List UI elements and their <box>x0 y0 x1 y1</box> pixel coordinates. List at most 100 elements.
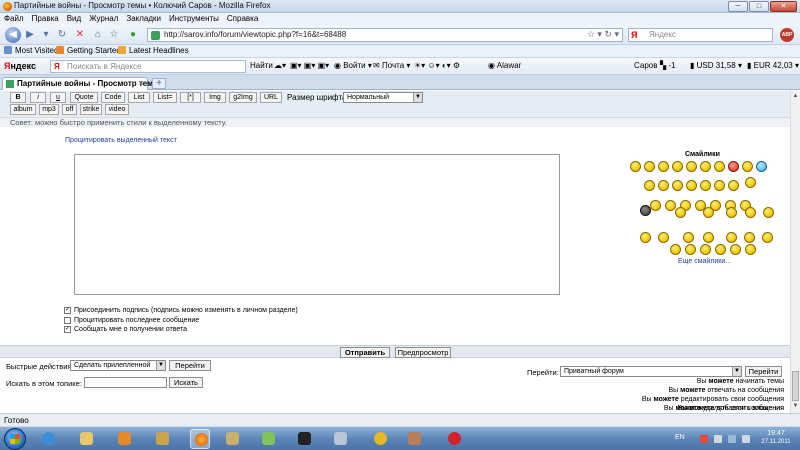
taskbar-app-11[interactable] <box>404 429 424 449</box>
smile-icon[interactable] <box>672 161 683 172</box>
menu-file[interactable]: Файл <box>0 13 28 25</box>
taskbar-opera[interactable] <box>444 429 464 449</box>
tray-flag-icon[interactable] <box>714 435 722 443</box>
tab-current[interactable]: Партийные войны - Просмотр тем... × <box>2 77 160 90</box>
smile-icon[interactable] <box>675 207 686 218</box>
url-text[interactable]: http://sarov.info/forum/viewtopic.php?f=… <box>164 30 346 39</box>
smile-icon[interactable] <box>763 207 774 218</box>
adblock-icon[interactable]: ABP <box>780 28 794 42</box>
bookmark-star-icon[interactable]: ☆ <box>108 29 120 41</box>
taskbar-app-6[interactable] <box>222 429 242 449</box>
g2img-button[interactable]: g2Img <box>229 92 257 103</box>
list-button[interactable]: List <box>128 92 150 103</box>
smile-icon[interactable] <box>742 161 753 172</box>
smile-icon[interactable] <box>744 232 755 243</box>
yandex-tools-icons[interactable]: ▣▾ ▣▾ ▣▾ <box>290 61 329 70</box>
taskbar-explorer[interactable] <box>76 429 96 449</box>
menu-bookmarks[interactable]: Закладки <box>122 13 165 25</box>
strike-button[interactable]: strike <box>80 104 102 115</box>
smile-icon[interactable] <box>640 232 651 243</box>
taskbar-app-8[interactable] <box>294 429 314 449</box>
smile-icon[interactable] <box>650 200 661 211</box>
alawar-link[interactable]: ◉ Alawar <box>488 61 521 70</box>
home-icon[interactable]: ⌂ <box>92 29 104 41</box>
yandex-logo[interactable]: Яндекс <box>4 61 36 71</box>
send-button[interactable]: Отправить <box>340 347 390 358</box>
smile-icon[interactable] <box>715 244 726 255</box>
code-button[interactable]: Code <box>101 92 125 103</box>
taskbar-firefox[interactable] <box>190 429 210 449</box>
weather-icon[interactable]: ☁▾ <box>274 61 286 70</box>
quote-button[interactable]: Quote <box>70 92 98 103</box>
video-button[interactable]: video <box>105 104 129 115</box>
smile-icon[interactable] <box>762 232 773 243</box>
smile-icon[interactable] <box>658 180 669 191</box>
list-item-button[interactable]: [*] <box>180 92 201 103</box>
menu-help[interactable]: Справка <box>223 13 262 25</box>
smile-icon[interactable] <box>703 232 714 243</box>
bookmark-getting-started[interactable]: Getting Started <box>56 46 121 55</box>
smile-icon[interactable] <box>728 180 739 191</box>
clock-time[interactable]: 19:47 <box>754 430 798 437</box>
new-tab-button[interactable]: + <box>152 78 166 89</box>
topic-search-button[interactable]: Искать <box>169 377 203 388</box>
scroll-up-icon[interactable]: ▲ <box>792 93 799 100</box>
yandex-search-input[interactable]: Я Поискать в Яндексе <box>50 60 246 73</box>
quote-selected-link[interactable]: Процитировать выделенный текст <box>65 137 177 144</box>
taskbar-app-7[interactable] <box>258 429 278 449</box>
close-window-button[interactable]: ✕ <box>770 1 797 12</box>
topic-search-input[interactable] <box>84 377 167 388</box>
list-numbered-button[interactable]: List= <box>153 92 177 103</box>
attach-signature-checkbox[interactable]: ✓ <box>64 307 71 314</box>
yandex-extra-icons[interactable]: ☀▾ ☺▾ ◐▾ ⚙ <box>414 61 460 70</box>
smile-icon[interactable] <box>670 244 681 255</box>
preview-button[interactable]: Предпросмотр <box>395 347 451 358</box>
scroll-thumb[interactable] <box>792 371 799 401</box>
city-label[interactable]: Саров <box>634 61 657 70</box>
stop-icon[interactable]: ✕ <box>74 29 86 41</box>
message-textarea[interactable] <box>74 154 560 295</box>
smile-icon[interactable] <box>714 180 725 191</box>
url-tools-icon[interactable]: ☆ ▾ ↻ ▾ <box>587 29 619 40</box>
smile-icon[interactable] <box>640 205 651 216</box>
smile-icon[interactable] <box>745 207 756 218</box>
forward-icon[interactable]: ▶ <box>24 29 36 41</box>
bold-button[interactable]: B <box>10 92 26 103</box>
smile-icon[interactable] <box>658 161 669 172</box>
smile-icon[interactable] <box>683 232 694 243</box>
reload-icon[interactable]: ↻ <box>56 29 68 41</box>
start-button[interactable] <box>4 428 26 450</box>
menu-history[interactable]: Журнал <box>85 13 122 25</box>
taskbar-app-4[interactable] <box>152 429 172 449</box>
yandex-find-button[interactable]: Найти <box>250 61 273 70</box>
bookmark-most-visited[interactable]: Most Visited <box>4 46 58 55</box>
underline-button[interactable]: u <box>50 92 66 103</box>
address-bar[interactable]: http://sarov.info/forum/viewtopic.php?f=… <box>147 28 623 42</box>
smile-icon[interactable] <box>726 232 737 243</box>
smile-icon[interactable] <box>745 244 756 255</box>
more-smilies-link[interactable]: Еще смайлики... <box>678 258 731 265</box>
bookmark-latest-headlines[interactable]: Latest Headlines <box>118 46 189 55</box>
menu-view[interactable]: Вид <box>63 13 85 25</box>
smile-icon[interactable] <box>745 177 756 188</box>
smile-icon[interactable] <box>700 161 711 172</box>
smile-icon[interactable] <box>658 232 669 243</box>
off-button[interactable]: off <box>62 104 77 115</box>
smile-icon[interactable] <box>630 161 641 172</box>
smile-icon[interactable] <box>700 180 711 191</box>
dropdown-history-icon[interactable]: ▾ <box>40 29 52 41</box>
back-button[interactable]: ◀ <box>5 27 21 43</box>
network-icon[interactable] <box>728 435 736 443</box>
url-button[interactable]: URL <box>260 92 282 103</box>
page-scrollbar[interactable]: ▲ ▼ <box>790 91 800 413</box>
temperature-label[interactable]: ▚ -1 <box>660 61 676 70</box>
taskbar-app-9[interactable] <box>330 429 350 449</box>
quote-last-checkbox[interactable] <box>64 317 71 324</box>
eur-rate[interactable]: ▮ EUR 42,03 ▾ <box>747 61 799 70</box>
quick-actions-go-button[interactable]: Перейти <box>169 360 211 371</box>
taskbar-app-10[interactable] <box>370 429 390 449</box>
quick-actions-select[interactable]: Сделать прилепленной ▼ <box>70 360 166 371</box>
volume-icon[interactable] <box>742 435 750 443</box>
mp3-button[interactable]: mp3 <box>39 104 59 115</box>
smile-icon[interactable] <box>685 244 696 255</box>
